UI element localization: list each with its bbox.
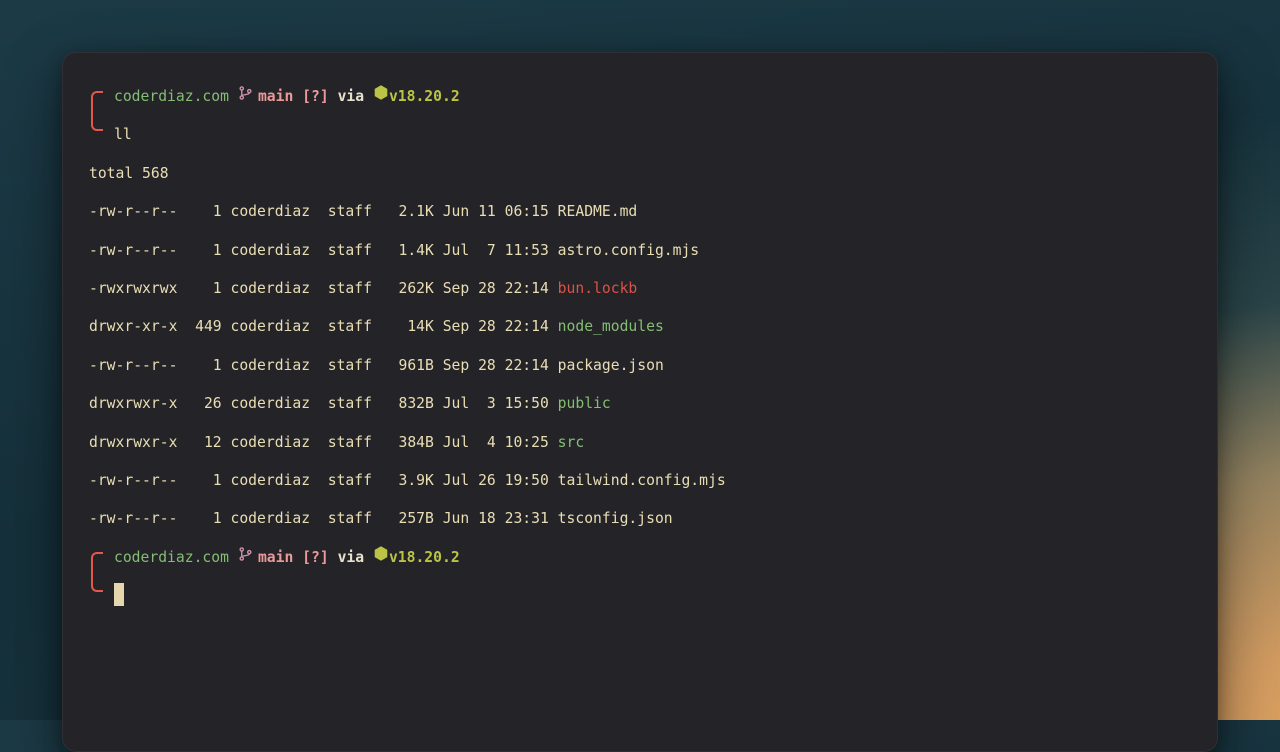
prompt-block-1: coderdiaz.com main [?] via v18.20.2 ll <box>89 78 1187 155</box>
terminal-content: coderdiaz.com main [?] via v18.20.2 ll to… <box>63 53 1217 615</box>
input-line[interactable] <box>114 577 1187 615</box>
ls-row: -rw-r--r-- 1 coderdiaz staff 3.9K Jul 26… <box>89 462 1187 500</box>
prompt-block-2: coderdiaz.com main [?] via v18.20.2 <box>89 539 1187 616</box>
file-name: tailwind.config.mjs <box>558 472 726 489</box>
git-branch-label: main [?] <box>258 78 329 116</box>
git-branch-label: main [?] <box>258 539 329 577</box>
prompt-hostname: coderdiaz.com <box>114 78 229 116</box>
command-line: ll <box>114 116 1187 154</box>
typed-command: ll <box>114 116 132 154</box>
via-label: via <box>329 78 373 116</box>
ls-row: drwxrwxr-x 26 coderdiaz staff 832B Jul 3… <box>89 385 1187 423</box>
prompt-line: coderdiaz.com main [?] via v18.20.2 <box>114 539 1187 577</box>
total-line: total 568 <box>89 155 1187 193</box>
file-name: astro.config.mjs <box>558 242 699 259</box>
ls-row: drwxrwxr-x 12 coderdiaz staff 384B Jul 4… <box>89 424 1187 462</box>
file-name: bun.lockb <box>558 280 638 297</box>
via-label: via <box>329 539 373 577</box>
terminal-cursor <box>114 583 124 606</box>
ls-row: -rw-r--r-- 1 coderdiaz staff 257B Jun 18… <box>89 500 1187 538</box>
git-branch-icon <box>238 78 253 116</box>
folder-name: public <box>558 395 611 412</box>
prompt-line: coderdiaz.com main [?] via v18.20.2 <box>114 78 1187 116</box>
terminal-window[interactable]: coderdiaz.com main [?] via v18.20.2 ll to… <box>62 52 1218 752</box>
folder-name: src <box>558 434 585 451</box>
file-name: README.md <box>558 203 638 220</box>
nodejs-icon <box>373 539 389 577</box>
ls-row: -rw-r--r-- 1 coderdiaz staff 2.1K Jun 11… <box>89 193 1187 231</box>
file-name: package.json <box>558 357 664 374</box>
nodejs-icon <box>373 78 389 116</box>
git-branch-icon <box>238 539 253 577</box>
folder-name: node_modules <box>558 318 664 335</box>
node-version-label: v18.20.2 <box>389 539 460 577</box>
prompt-bracket-icon <box>91 91 103 131</box>
node-version-label: v18.20.2 <box>389 78 460 116</box>
ls-row: -rw-r--r-- 1 coderdiaz staff 1.4K Jul 7 … <box>89 232 1187 270</box>
ls-row: drwxr-xr-x 449 coderdiaz staff 14K Sep 2… <box>89 308 1187 346</box>
prompt-hostname: coderdiaz.com <box>114 539 229 577</box>
ls-row: -rwxrwxrwx 1 coderdiaz staff 262K Sep 28… <box>89 270 1187 308</box>
file-name: tsconfig.json <box>558 510 673 527</box>
prompt-bracket-icon <box>91 552 103 592</box>
ls-row: -rw-r--r-- 1 coderdiaz staff 961B Sep 28… <box>89 347 1187 385</box>
